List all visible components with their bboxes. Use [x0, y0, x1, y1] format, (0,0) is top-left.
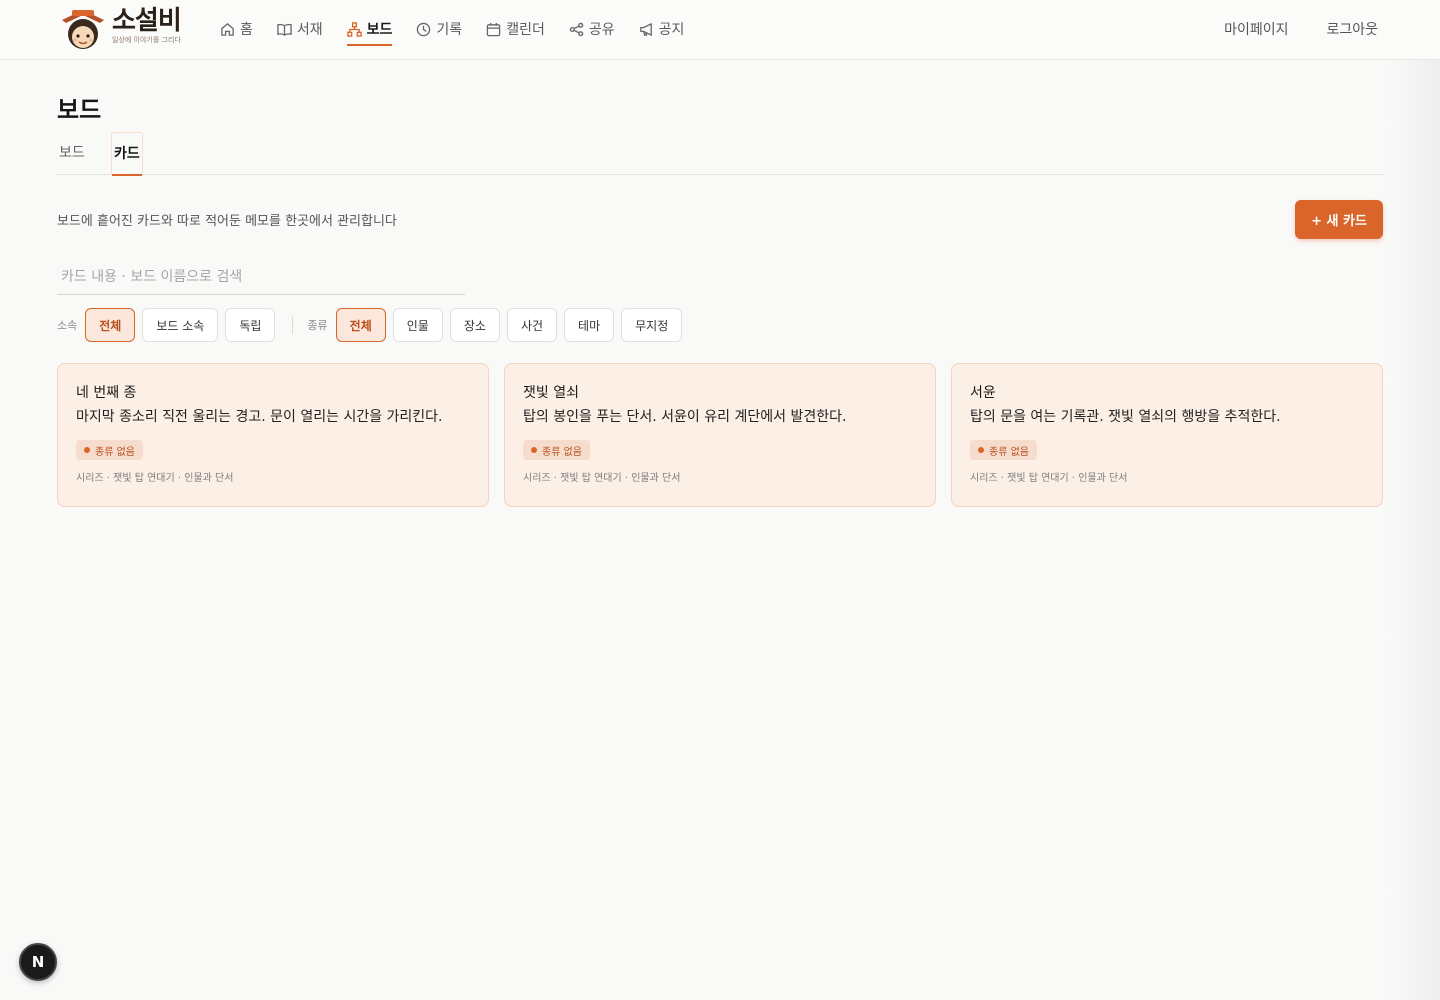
clock-icon	[417, 22, 431, 36]
nav-item-label: 공지	[658, 22, 685, 38]
home-icon	[221, 22, 234, 36]
search-input[interactable]	[57, 260, 465, 294]
search-box	[57, 260, 465, 295]
card-item[interactable]: 서윤 탑의 문을 여는 기록관. 잿빛 열쇠의 행방을 추적한다. 종류 없음 …	[951, 363, 1383, 507]
logo-mascot-icon	[62, 10, 104, 49]
nav-item-board[interactable]: 보드	[346, 0, 393, 58]
nav-item-label: 기록	[436, 22, 463, 38]
card-grid: 네 번째 종 마지막 종소리 직전 울리는 경고. 문이 열리는 시간을 가리킨…	[57, 363, 1383, 507]
status-dot-icon	[84, 447, 90, 453]
nav-item-records[interactable]: 기록	[416, 0, 462, 58]
card-title: 잿빛 열쇠	[523, 385, 579, 401]
affiliation-chip-all[interactable]: 전체	[85, 308, 136, 342]
book-icon	[277, 23, 292, 36]
kind-chip-unassigned[interactable]: 무지정	[621, 308, 683, 342]
nav-item-calendar[interactable]: 캘린더	[486, 0, 545, 58]
page-title: 보드	[57, 96, 102, 124]
tab-board[interactable]: 보드	[57, 132, 87, 175]
network-icon	[346, 21, 362, 37]
nav-item-notice[interactable]: 공지	[639, 0, 685, 58]
card-title: 네 번째 종	[76, 385, 137, 401]
affiliation-chip-board[interactable]: 보드 소속	[142, 308, 219, 342]
main-nav: 홈 서재 보드 기록 캘린더 공유 공지	[220, 0, 708, 60]
tab-cards[interactable]: 카드	[111, 132, 143, 176]
dev-tools-badge[interactable]: N	[19, 943, 57, 981]
status-dot-icon	[978, 447, 984, 453]
card-meta: 시리즈 · 잿빛 탑 연대기 · 인물과 단서	[970, 473, 1128, 484]
nav-item-label: 공유	[588, 22, 615, 38]
logo[interactable]: 소설비 일상에 이야기를 그리다	[58, 6, 188, 54]
card-title: 서윤	[970, 385, 996, 401]
card-body: 마지막 종소리 직전 울리는 경고. 문이 열리는 시간을 가리킨다.	[76, 409, 443, 425]
kind-chip-place[interactable]: 장소	[449, 308, 500, 342]
kind-chip-event[interactable]: 사건	[506, 308, 558, 342]
calendar-icon	[486, 22, 501, 36]
view-tabs: 보드 카드	[57, 132, 1383, 176]
new-card-button[interactable]: + 새 카드	[1295, 200, 1383, 239]
kind-chip-character[interactable]: 인물	[392, 308, 443, 342]
top-navigation-bar: 소설비 일상에 이야기를 그리다 홈 서재 보드 기록 캘린더 공유 공지 마이…	[0, 0, 1440, 60]
nav-item-share[interactable]: 공유	[569, 0, 615, 58]
status-dot-icon	[531, 447, 537, 453]
logo-subtitle: 일상에 이야기를 그리다	[112, 36, 181, 44]
card-meta: 시리즈 · 잿빛 탑 연대기 · 인물과 단서	[523, 473, 681, 484]
nav-item-label: 보드	[366, 22, 393, 38]
kind-badge: 종류 없음	[76, 440, 143, 460]
card-item[interactable]: 잿빛 열쇠 탑의 봉인을 푸는 단서. 서윤이 유리 계단에서 발견한다. 종류…	[504, 363, 936, 507]
affiliation-filter-label: 소속	[57, 319, 78, 332]
kind-badge: 종류 없음	[970, 440, 1037, 460]
page-description: 보드에 흩어진 카드와 따로 적어둔 메모를 한곳에서 관리합니다	[57, 214, 397, 229]
badge-label: 종류 없음	[542, 446, 582, 458]
nav-item-label: 홈	[240, 22, 253, 38]
affiliation-chip-independent[interactable]: 독립	[225, 308, 276, 342]
edge-shadow	[1390, 60, 1440, 1000]
filter-divider	[292, 316, 294, 334]
card-body: 탑의 봉인을 푸는 단서. 서윤이 유리 계단에서 발견한다.	[523, 409, 847, 425]
kind-chip-all[interactable]: 전체	[335, 308, 386, 342]
badge-label: 종류 없음	[989, 446, 1029, 458]
nav-item-home[interactable]: 홈	[220, 0, 253, 58]
filter-bar: 소속 전체 보드 소속 독립 종류 전체 인물 장소 사건 테마 무지정	[57, 308, 689, 342]
card-meta: 시리즈 · 잿빛 탑 연대기 · 인물과 단서	[76, 473, 234, 484]
kind-badge: 종류 없음	[523, 440, 590, 460]
card-body: 탑의 문을 여는 기록관. 잿빛 열쇠의 행방을 추적한다.	[970, 409, 1281, 425]
account-links: 마이페이지 로그아웃	[1186, 0, 1378, 58]
badge-label: 종류 없음	[95, 446, 135, 458]
nav-item-library[interactable]: 서재	[277, 0, 323, 58]
megaphone-icon	[639, 22, 652, 36]
nav-item-label: 캘린더	[506, 22, 545, 38]
logo-title: 소설비	[112, 6, 182, 36]
share-icon	[569, 22, 584, 36]
card-item[interactable]: 네 번째 종 마지막 종소리 직전 울리는 경고. 문이 열리는 시간을 가리킨…	[57, 363, 489, 507]
kind-filter-label: 종류	[307, 319, 328, 332]
kind-chip-theme[interactable]: 테마	[564, 308, 615, 342]
logout-link[interactable]: 로그아웃	[1326, 19, 1378, 39]
nav-item-label: 서재	[296, 22, 323, 38]
mypage-link[interactable]: 마이페이지	[1224, 19, 1288, 39]
